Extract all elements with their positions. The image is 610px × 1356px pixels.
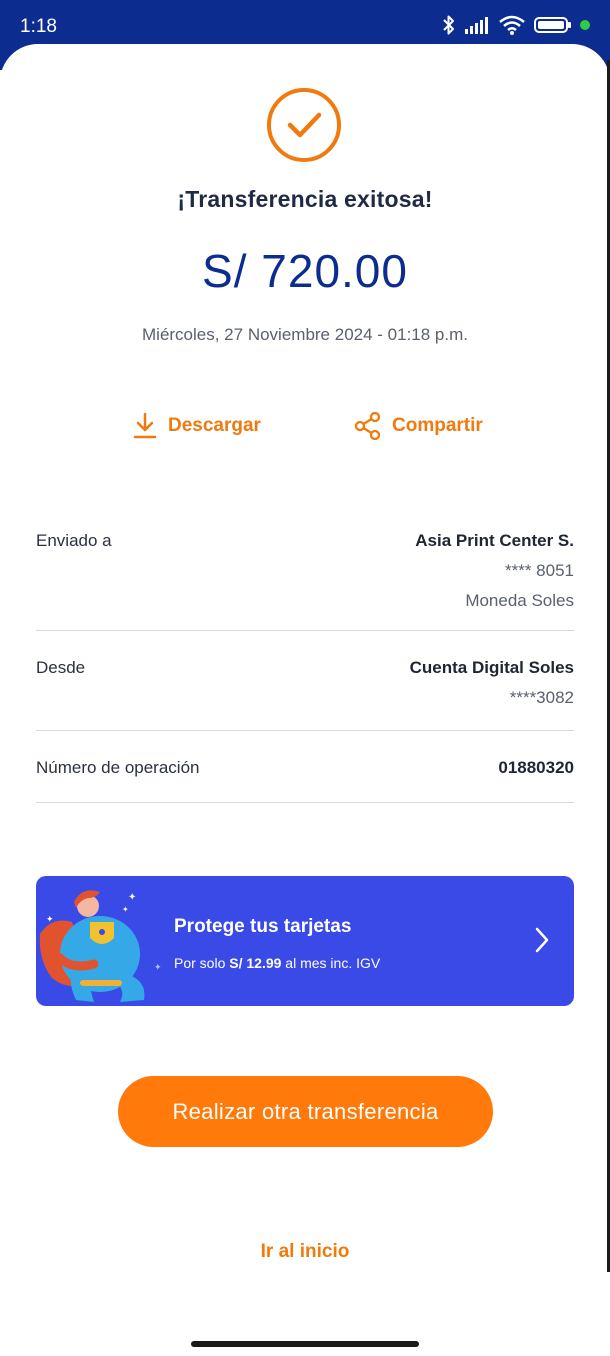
detail-label: Enviado a: [36, 531, 112, 550]
source-account-number: ****3082: [509, 688, 574, 707]
bluetooth-icon: [443, 15, 454, 35]
source-account-name: Cuenta Digital Soles: [409, 658, 574, 677]
home-indicator[interactable]: [191, 1341, 419, 1347]
go-home-link[interactable]: Ir al inicio: [0, 1241, 610, 1263]
recipient-account: **** 8051: [504, 561, 574, 580]
detail-values: Asia Print Center S. **** 8051 Moneda So…: [415, 531, 574, 611]
share-icon: [354, 412, 381, 440]
card-protection-banner[interactable]: ✦ ✦ ✦ ✦ Protege tus tarjetas Por solo S/…: [36, 876, 574, 1006]
detail-label: Desde: [36, 658, 86, 677]
detail-values: 01880320: [498, 758, 574, 778]
banner-sub-prefix: Por solo: [174, 955, 226, 971]
banner-price: S/ 12.99: [229, 955, 282, 971]
share-label: Compartir: [392, 415, 483, 436]
success-title: ¡Transferencia exitosa!: [177, 186, 433, 212]
status-time: 1:18: [20, 16, 57, 37]
banner-title: Protege tus tarjetas: [174, 916, 352, 937]
divider: [36, 630, 574, 631]
banner-sub-suffix: al mes inc. IGV: [285, 955, 381, 971]
svg-text:✦: ✦: [46, 915, 54, 925]
chevron-right-icon: [535, 927, 549, 953]
superhero-illustration: ✦ ✦ ✦ ✦: [39, 890, 162, 1002]
recipient-name: Asia Print Center S.: [415, 531, 574, 550]
svg-text:✦: ✦: [128, 892, 136, 903]
new-transfer-button[interactable]: Realizar otra transferencia: [118, 1076, 493, 1147]
svg-text:✦: ✦: [122, 905, 129, 914]
download-label: Descargar: [168, 415, 261, 436]
recipient-currency: Moneda Soles: [465, 591, 574, 610]
battery-icon: [534, 17, 571, 33]
share-button[interactable]: Compartir: [354, 412, 483, 440]
green-dot-icon: [580, 20, 590, 30]
banner-subtitle: Por solo S/ 12.99 al mes inc. IGV: [174, 955, 380, 971]
wifi-icon: [499, 15, 525, 35]
svg-text:✦: ✦: [154, 963, 162, 973]
divider: [36, 802, 574, 803]
check-circle-icon: [267, 88, 341, 162]
detail-values: Cuenta Digital Soles ****3082: [410, 658, 574, 708]
detail-label: Número de operación: [36, 758, 200, 777]
signal-icon: [465, 17, 488, 34]
download-button[interactable]: Descargar: [132, 412, 261, 440]
status-icons: [442, 14, 590, 36]
transfer-amount: S/ 720.00: [202, 245, 408, 297]
download-icon: [133, 412, 157, 439]
operation-number: 01880320: [498, 758, 574, 777]
divider: [36, 730, 574, 731]
transfer-datetime: Miércoles, 27 Noviembre 2024 - 01:18 p.m…: [142, 325, 468, 344]
